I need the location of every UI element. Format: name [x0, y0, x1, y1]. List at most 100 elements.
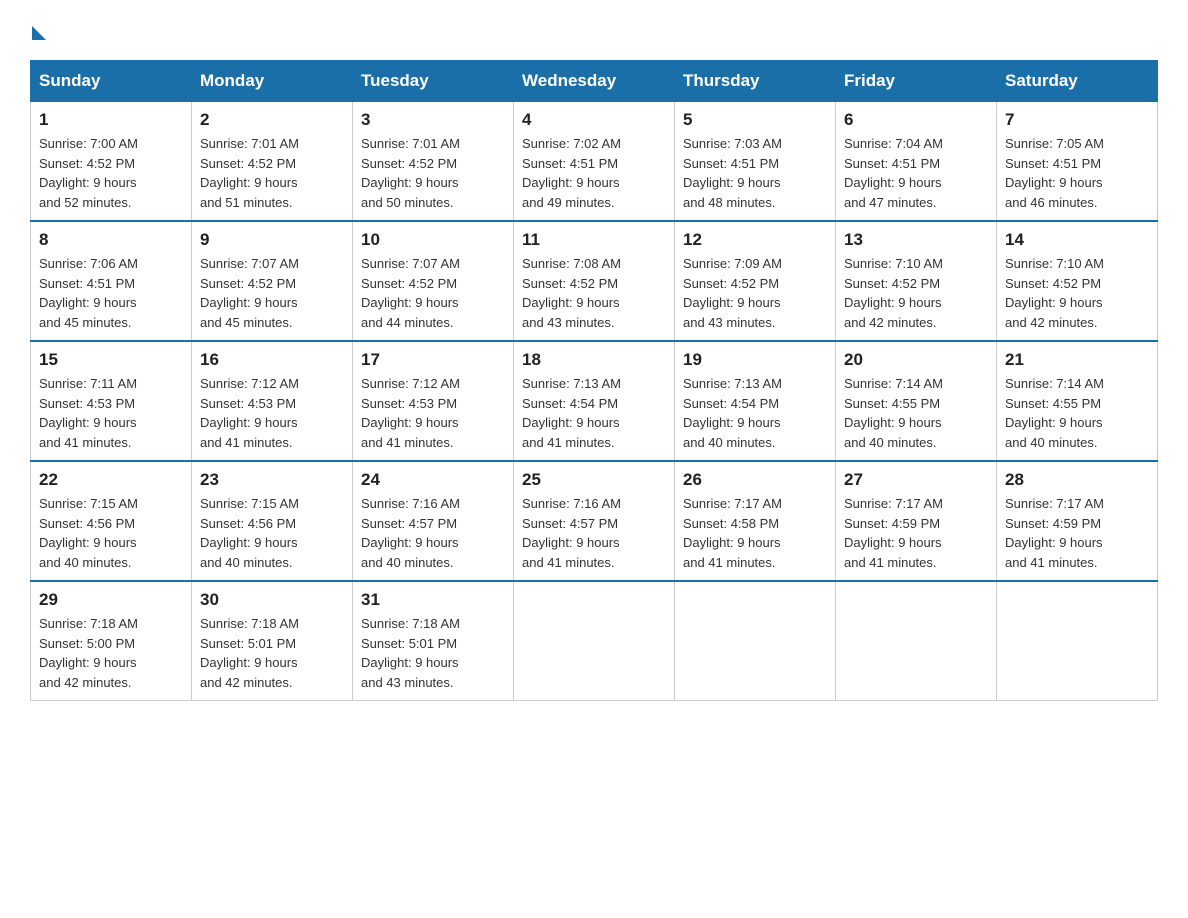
day-info: Sunrise: 7:04 AM Sunset: 4:51 PM Dayligh…	[844, 134, 988, 212]
sunrise-label: Sunrise: 7:07 AM	[361, 256, 460, 271]
daylight-label: Daylight: 9 hours	[522, 175, 620, 190]
calendar-day-cell: 5 Sunrise: 7:03 AM Sunset: 4:51 PM Dayli…	[675, 102, 836, 222]
day-info: Sunrise: 7:08 AM Sunset: 4:52 PM Dayligh…	[522, 254, 666, 332]
daylight-label: Daylight: 9 hours	[683, 415, 781, 430]
sunrise-label: Sunrise: 7:10 AM	[844, 256, 943, 271]
sunset-label: Sunset: 4:52 PM	[683, 276, 779, 291]
daylight-minutes: and 40 minutes.	[844, 435, 937, 450]
calendar-day-cell: 2 Sunrise: 7:01 AM Sunset: 4:52 PM Dayli…	[192, 102, 353, 222]
sunset-label: Sunset: 4:52 PM	[1005, 276, 1101, 291]
calendar-day-cell	[997, 581, 1158, 701]
day-info: Sunrise: 7:09 AM Sunset: 4:52 PM Dayligh…	[683, 254, 827, 332]
day-number: 13	[844, 230, 988, 250]
sunrise-label: Sunrise: 7:13 AM	[683, 376, 782, 391]
day-number: 16	[200, 350, 344, 370]
day-number: 3	[361, 110, 505, 130]
calendar-day-cell: 22 Sunrise: 7:15 AM Sunset: 4:56 PM Dayl…	[31, 461, 192, 581]
daylight-minutes: and 41 minutes.	[1005, 555, 1098, 570]
daylight-minutes: and 41 minutes.	[522, 435, 615, 450]
sunrise-label: Sunrise: 7:04 AM	[844, 136, 943, 151]
daylight-label: Daylight: 9 hours	[1005, 175, 1103, 190]
daylight-label: Daylight: 9 hours	[200, 415, 298, 430]
sunrise-label: Sunrise: 7:08 AM	[522, 256, 621, 271]
day-info: Sunrise: 7:02 AM Sunset: 4:51 PM Dayligh…	[522, 134, 666, 212]
day-number: 15	[39, 350, 183, 370]
sunrise-label: Sunrise: 7:09 AM	[683, 256, 782, 271]
sunrise-label: Sunrise: 7:00 AM	[39, 136, 138, 151]
day-number: 17	[361, 350, 505, 370]
calendar-day-cell: 6 Sunrise: 7:04 AM Sunset: 4:51 PM Dayli…	[836, 102, 997, 222]
day-number: 27	[844, 470, 988, 490]
calendar-day-cell: 8 Sunrise: 7:06 AM Sunset: 4:51 PM Dayli…	[31, 221, 192, 341]
calendar-day-cell: 7 Sunrise: 7:05 AM Sunset: 4:51 PM Dayli…	[997, 102, 1158, 222]
sunset-label: Sunset: 4:52 PM	[200, 156, 296, 171]
sunset-label: Sunset: 4:51 PM	[522, 156, 618, 171]
daylight-label: Daylight: 9 hours	[1005, 415, 1103, 430]
day-info: Sunrise: 7:14 AM Sunset: 4:55 PM Dayligh…	[844, 374, 988, 452]
daylight-label: Daylight: 9 hours	[361, 655, 459, 670]
daylight-label: Daylight: 9 hours	[39, 175, 137, 190]
day-info: Sunrise: 7:03 AM Sunset: 4:51 PM Dayligh…	[683, 134, 827, 212]
daylight-minutes: and 46 minutes.	[1005, 195, 1098, 210]
sunset-label: Sunset: 4:57 PM	[361, 516, 457, 531]
calendar-day-cell: 27 Sunrise: 7:17 AM Sunset: 4:59 PM Dayl…	[836, 461, 997, 581]
day-number: 5	[683, 110, 827, 130]
day-of-week-header: Saturday	[997, 61, 1158, 102]
calendar-day-cell: 29 Sunrise: 7:18 AM Sunset: 5:00 PM Dayl…	[31, 581, 192, 701]
day-number: 2	[200, 110, 344, 130]
calendar-day-cell: 20 Sunrise: 7:14 AM Sunset: 4:55 PM Dayl…	[836, 341, 997, 461]
calendar-day-cell: 30 Sunrise: 7:18 AM Sunset: 5:01 PM Dayl…	[192, 581, 353, 701]
daylight-label: Daylight: 9 hours	[39, 295, 137, 310]
day-number: 28	[1005, 470, 1149, 490]
sunset-label: Sunset: 4:57 PM	[522, 516, 618, 531]
daylight-label: Daylight: 9 hours	[39, 655, 137, 670]
calendar-day-cell: 31 Sunrise: 7:18 AM Sunset: 5:01 PM Dayl…	[353, 581, 514, 701]
calendar-day-cell	[675, 581, 836, 701]
sunrise-label: Sunrise: 7:12 AM	[361, 376, 460, 391]
calendar-day-cell: 19 Sunrise: 7:13 AM Sunset: 4:54 PM Dayl…	[675, 341, 836, 461]
day-info: Sunrise: 7:17 AM Sunset: 4:59 PM Dayligh…	[1005, 494, 1149, 572]
sunrise-label: Sunrise: 7:13 AM	[522, 376, 621, 391]
daylight-label: Daylight: 9 hours	[361, 415, 459, 430]
calendar-day-cell: 16 Sunrise: 7:12 AM Sunset: 4:53 PM Dayl…	[192, 341, 353, 461]
daylight-minutes: and 48 minutes.	[683, 195, 776, 210]
daylight-label: Daylight: 9 hours	[200, 535, 298, 550]
sunset-label: Sunset: 4:53 PM	[39, 396, 135, 411]
daylight-minutes: and 49 minutes.	[522, 195, 615, 210]
daylight-minutes: and 51 minutes.	[200, 195, 293, 210]
sunrise-label: Sunrise: 7:05 AM	[1005, 136, 1104, 151]
calendar-day-cell: 1 Sunrise: 7:00 AM Sunset: 4:52 PM Dayli…	[31, 102, 192, 222]
sunset-label: Sunset: 4:51 PM	[683, 156, 779, 171]
daylight-minutes: and 44 minutes.	[361, 315, 454, 330]
daylight-label: Daylight: 9 hours	[844, 175, 942, 190]
calendar-day-cell: 18 Sunrise: 7:13 AM Sunset: 4:54 PM Dayl…	[514, 341, 675, 461]
day-number: 4	[522, 110, 666, 130]
calendar-week-row: 1 Sunrise: 7:00 AM Sunset: 4:52 PM Dayli…	[31, 102, 1158, 222]
sunset-label: Sunset: 4:54 PM	[522, 396, 618, 411]
daylight-minutes: and 45 minutes.	[39, 315, 132, 330]
day-number: 25	[522, 470, 666, 490]
day-info: Sunrise: 7:10 AM Sunset: 4:52 PM Dayligh…	[1005, 254, 1149, 332]
day-of-week-header: Monday	[192, 61, 353, 102]
daylight-minutes: and 42 minutes.	[844, 315, 937, 330]
sunset-label: Sunset: 5:01 PM	[361, 636, 457, 651]
day-info: Sunrise: 7:18 AM Sunset: 5:00 PM Dayligh…	[39, 614, 183, 692]
day-number: 22	[39, 470, 183, 490]
calendar-day-cell: 24 Sunrise: 7:16 AM Sunset: 4:57 PM Dayl…	[353, 461, 514, 581]
day-number: 26	[683, 470, 827, 490]
day-number: 24	[361, 470, 505, 490]
sunset-label: Sunset: 4:53 PM	[200, 396, 296, 411]
daylight-label: Daylight: 9 hours	[39, 535, 137, 550]
day-number: 6	[844, 110, 988, 130]
day-info: Sunrise: 7:17 AM Sunset: 4:58 PM Dayligh…	[683, 494, 827, 572]
sunset-label: Sunset: 5:00 PM	[39, 636, 135, 651]
daylight-label: Daylight: 9 hours	[683, 175, 781, 190]
sunrise-label: Sunrise: 7:10 AM	[1005, 256, 1104, 271]
sunrise-label: Sunrise: 7:16 AM	[361, 496, 460, 511]
day-info: Sunrise: 7:01 AM Sunset: 4:52 PM Dayligh…	[200, 134, 344, 212]
daylight-minutes: and 42 minutes.	[39, 675, 132, 690]
calendar-week-row: 22 Sunrise: 7:15 AM Sunset: 4:56 PM Dayl…	[31, 461, 1158, 581]
calendar-day-cell: 23 Sunrise: 7:15 AM Sunset: 4:56 PM Dayl…	[192, 461, 353, 581]
day-info: Sunrise: 7:07 AM Sunset: 4:52 PM Dayligh…	[361, 254, 505, 332]
daylight-minutes: and 43 minutes.	[361, 675, 454, 690]
